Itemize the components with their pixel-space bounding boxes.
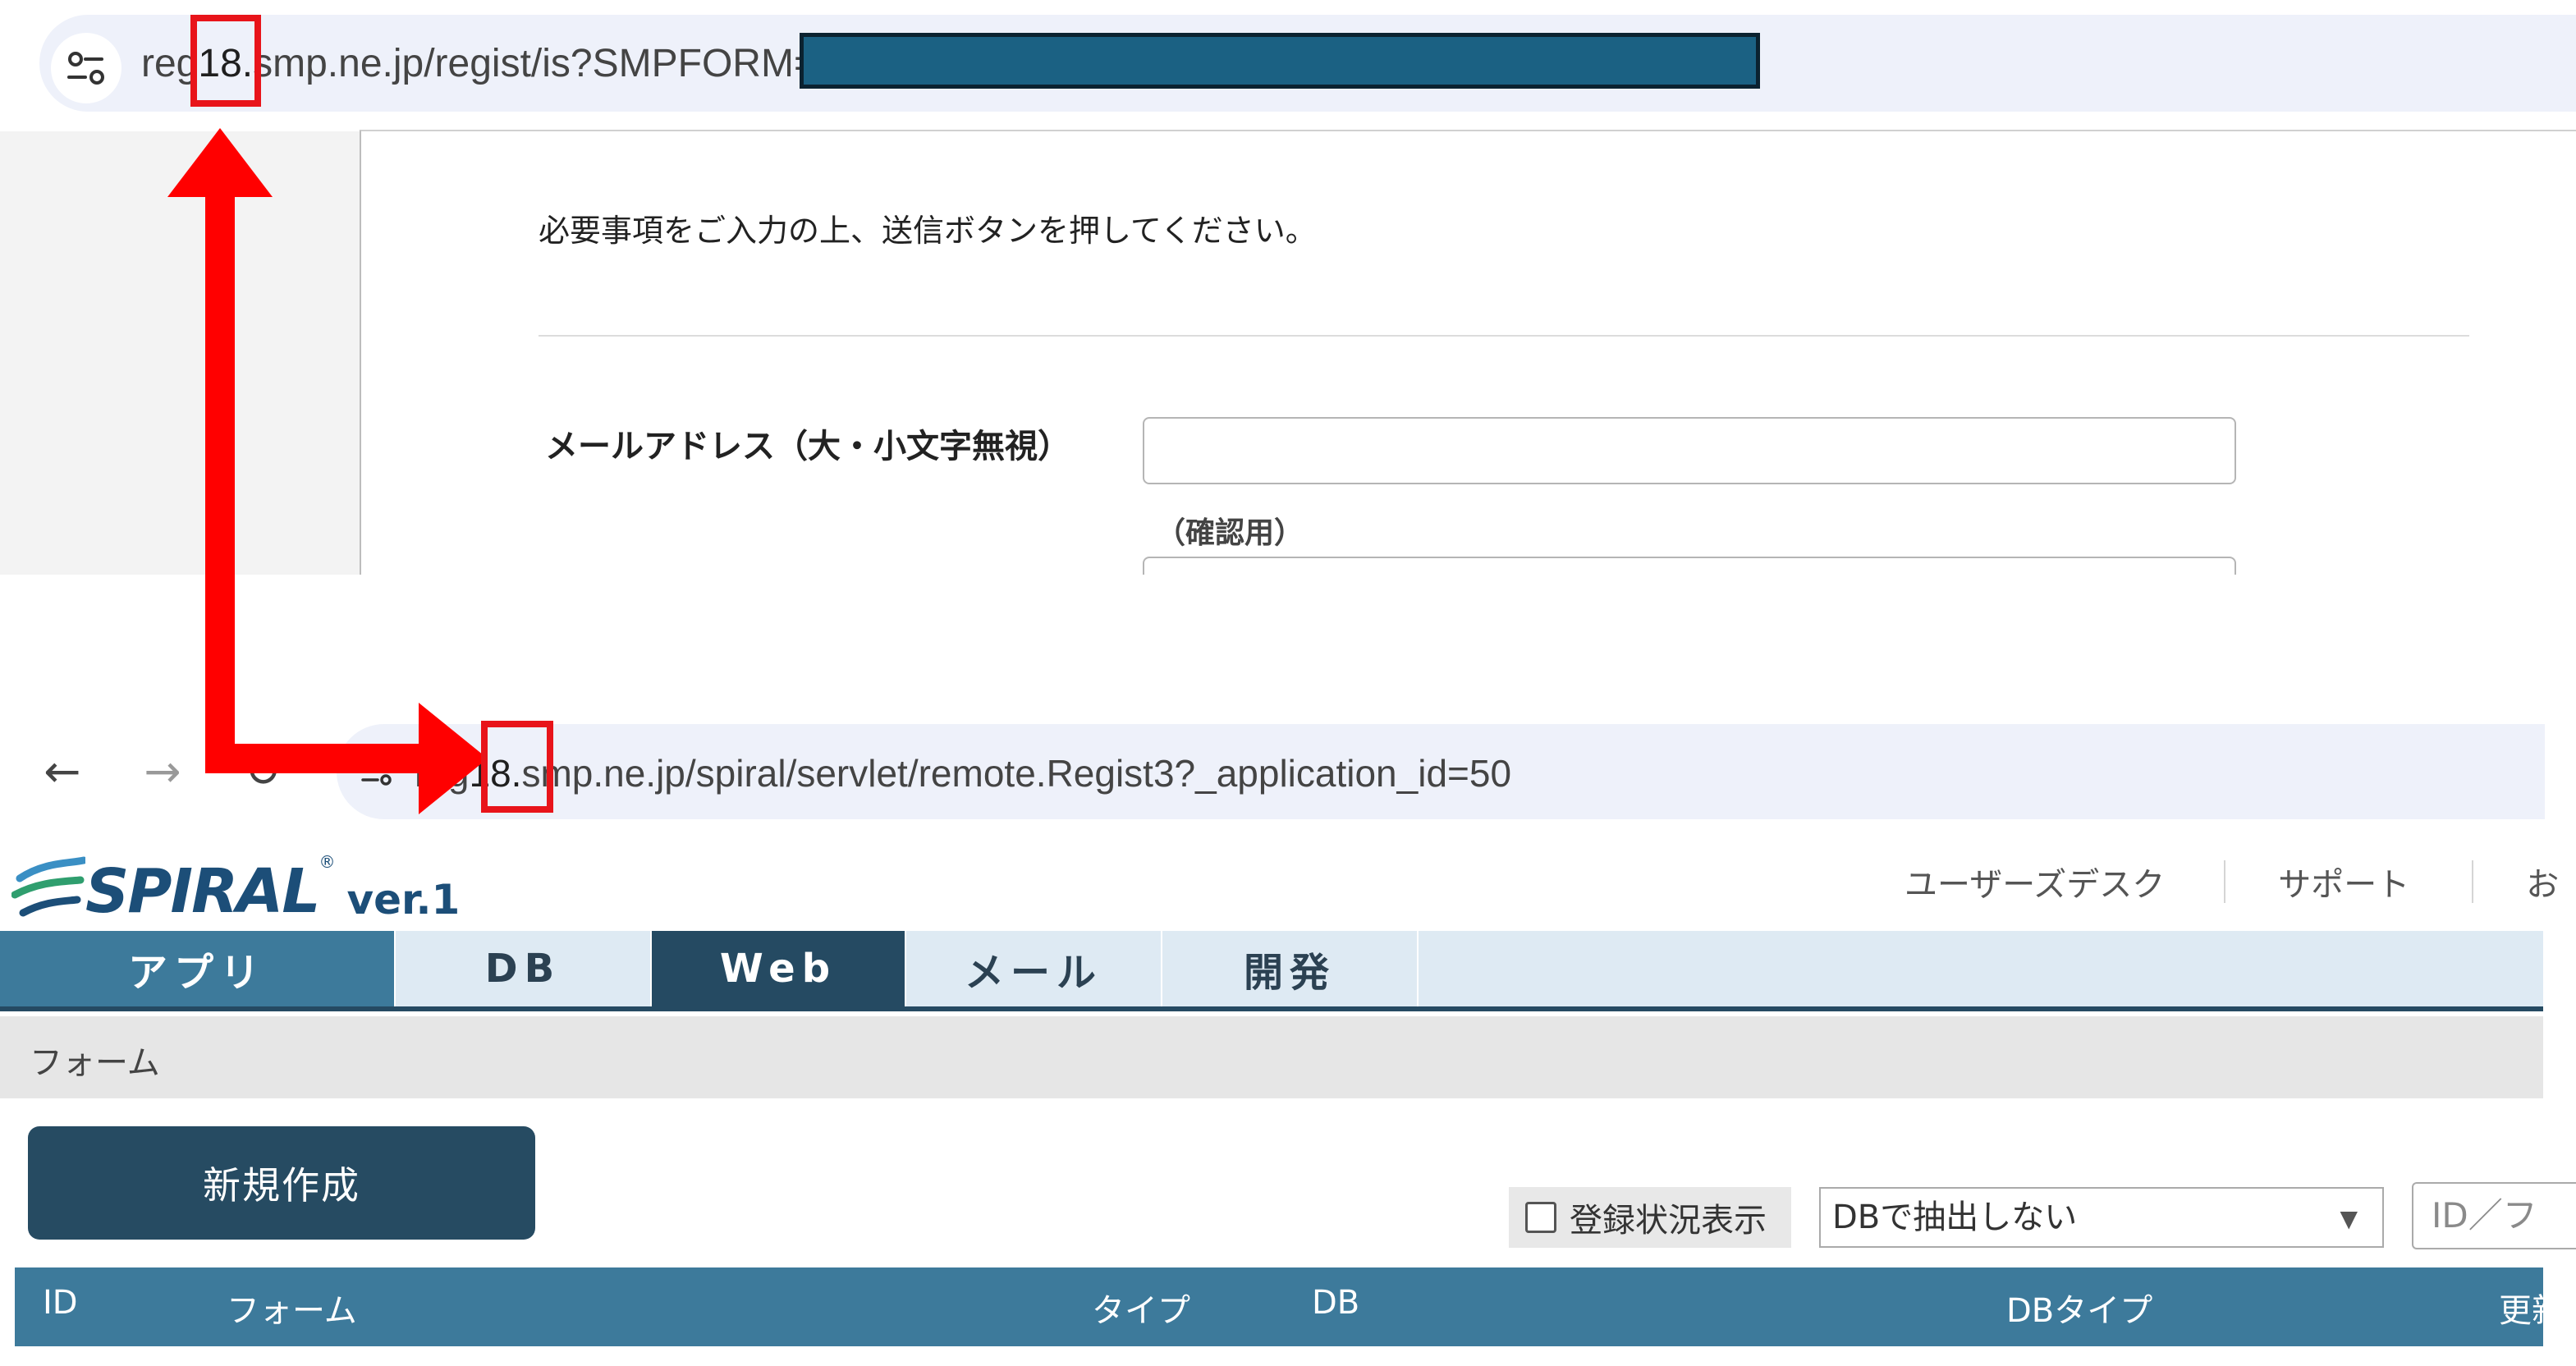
id-search-input[interactable]: ID／フ <box>2412 1182 2576 1249</box>
form-content-area <box>360 130 2576 575</box>
column-id[interactable]: ID <box>43 1284 78 1322</box>
logo-registered-mark: ® <box>319 852 336 872</box>
logo-wordmark: SPIRAL <box>85 856 320 927</box>
support-link[interactable]: サポート <box>2278 858 2409 905</box>
annotation-arrow-vertical <box>205 189 235 773</box>
annotation-arrowhead-up <box>167 128 273 197</box>
forward-icon[interactable]: → <box>130 739 195 804</box>
spiral-swoosh-icon <box>11 854 88 924</box>
db-filter-value: DBで抽出しない <box>1832 1199 2078 1236</box>
header-links: ユーザーズデスク サポート お <box>1904 858 2559 905</box>
column-form[interactable]: フォーム <box>227 1284 357 1332</box>
annotation-arrowhead-right <box>419 703 488 814</box>
column-db-type[interactable]: DBタイプ <box>2006 1284 2152 1332</box>
email-confirm-label: （確認用） <box>1156 516 1304 550</box>
form-divider <box>539 335 2469 337</box>
registration-status-checkbox[interactable] <box>1525 1202 1556 1233</box>
registration-status-label: 登録状況表示 <box>1570 1202 1767 1240</box>
main-nav: アプリ DB Web メール 開発 <box>0 931 2543 1011</box>
registration-status-toggle[interactable]: 登録状況表示 <box>1509 1187 1791 1248</box>
annotation-highlight-top <box>190 15 261 107</box>
form-table-header <box>15 1267 2543 1346</box>
link-separator <box>2472 860 2474 903</box>
tab-dev[interactable]: 開発 <box>1162 931 1419 1006</box>
logo-version: ver.1 <box>346 876 461 924</box>
column-type[interactable]: タイプ <box>1092 1284 1190 1332</box>
back-icon[interactable]: ← <box>30 739 95 804</box>
tab-app[interactable]: アプリ <box>0 931 396 1006</box>
site-settings-icon[interactable] <box>51 33 121 103</box>
db-filter-select[interactable]: DBで抽出しない ▼ <box>1819 1187 2384 1248</box>
column-db[interactable]: DB <box>1312 1284 1359 1322</box>
users-desk-link[interactable]: ユーザーズデスク <box>1904 858 2165 905</box>
email-label: メールアドレス（大・小文字無視） <box>545 428 1070 465</box>
spiral-logo[interactable]: SPIRAL ® ver.1 <box>11 846 460 924</box>
chevron-down-icon: ▼ <box>2340 1205 2358 1232</box>
more-link-truncated[interactable]: お <box>2526 858 2559 905</box>
tab-mail[interactable]: メール <box>906 931 1162 1006</box>
bottom-url-path: smp.ne.jp/spiral/servlet/remote.Regist3?… <box>521 752 1512 795</box>
tab-db[interactable]: DB <box>396 931 652 1006</box>
column-updated[interactable]: 更新 <box>2499 1284 2576 1332</box>
form-instructions: 必要事項をご入力の上、送信ボタンを押してください。 <box>539 213 1317 249</box>
page-left-gutter <box>0 131 361 575</box>
link-separator <box>2224 860 2226 903</box>
annotation-arrow-horizontal <box>205 744 451 773</box>
annotation-highlight-bottom <box>481 721 553 813</box>
bottom-url-text[interactable]: reg18.smp.ne.jp/spiral/servlet/remote.Re… <box>415 745 1511 801</box>
top-url-path: smp.ne.jp/regist/is?SMPFORM= <box>253 42 817 85</box>
breadcrumb: フォーム <box>30 1044 160 1082</box>
top-url-prefix: reg <box>141 42 199 85</box>
screenshot-gap <box>0 575 2576 709</box>
redacted-form-id <box>800 33 1760 89</box>
breadcrumb-bar <box>0 1016 2543 1098</box>
new-form-button[interactable]: 新規作成 <box>28 1126 535 1240</box>
email-field[interactable] <box>1143 417 2236 484</box>
tab-web[interactable]: Web <box>652 931 906 1006</box>
